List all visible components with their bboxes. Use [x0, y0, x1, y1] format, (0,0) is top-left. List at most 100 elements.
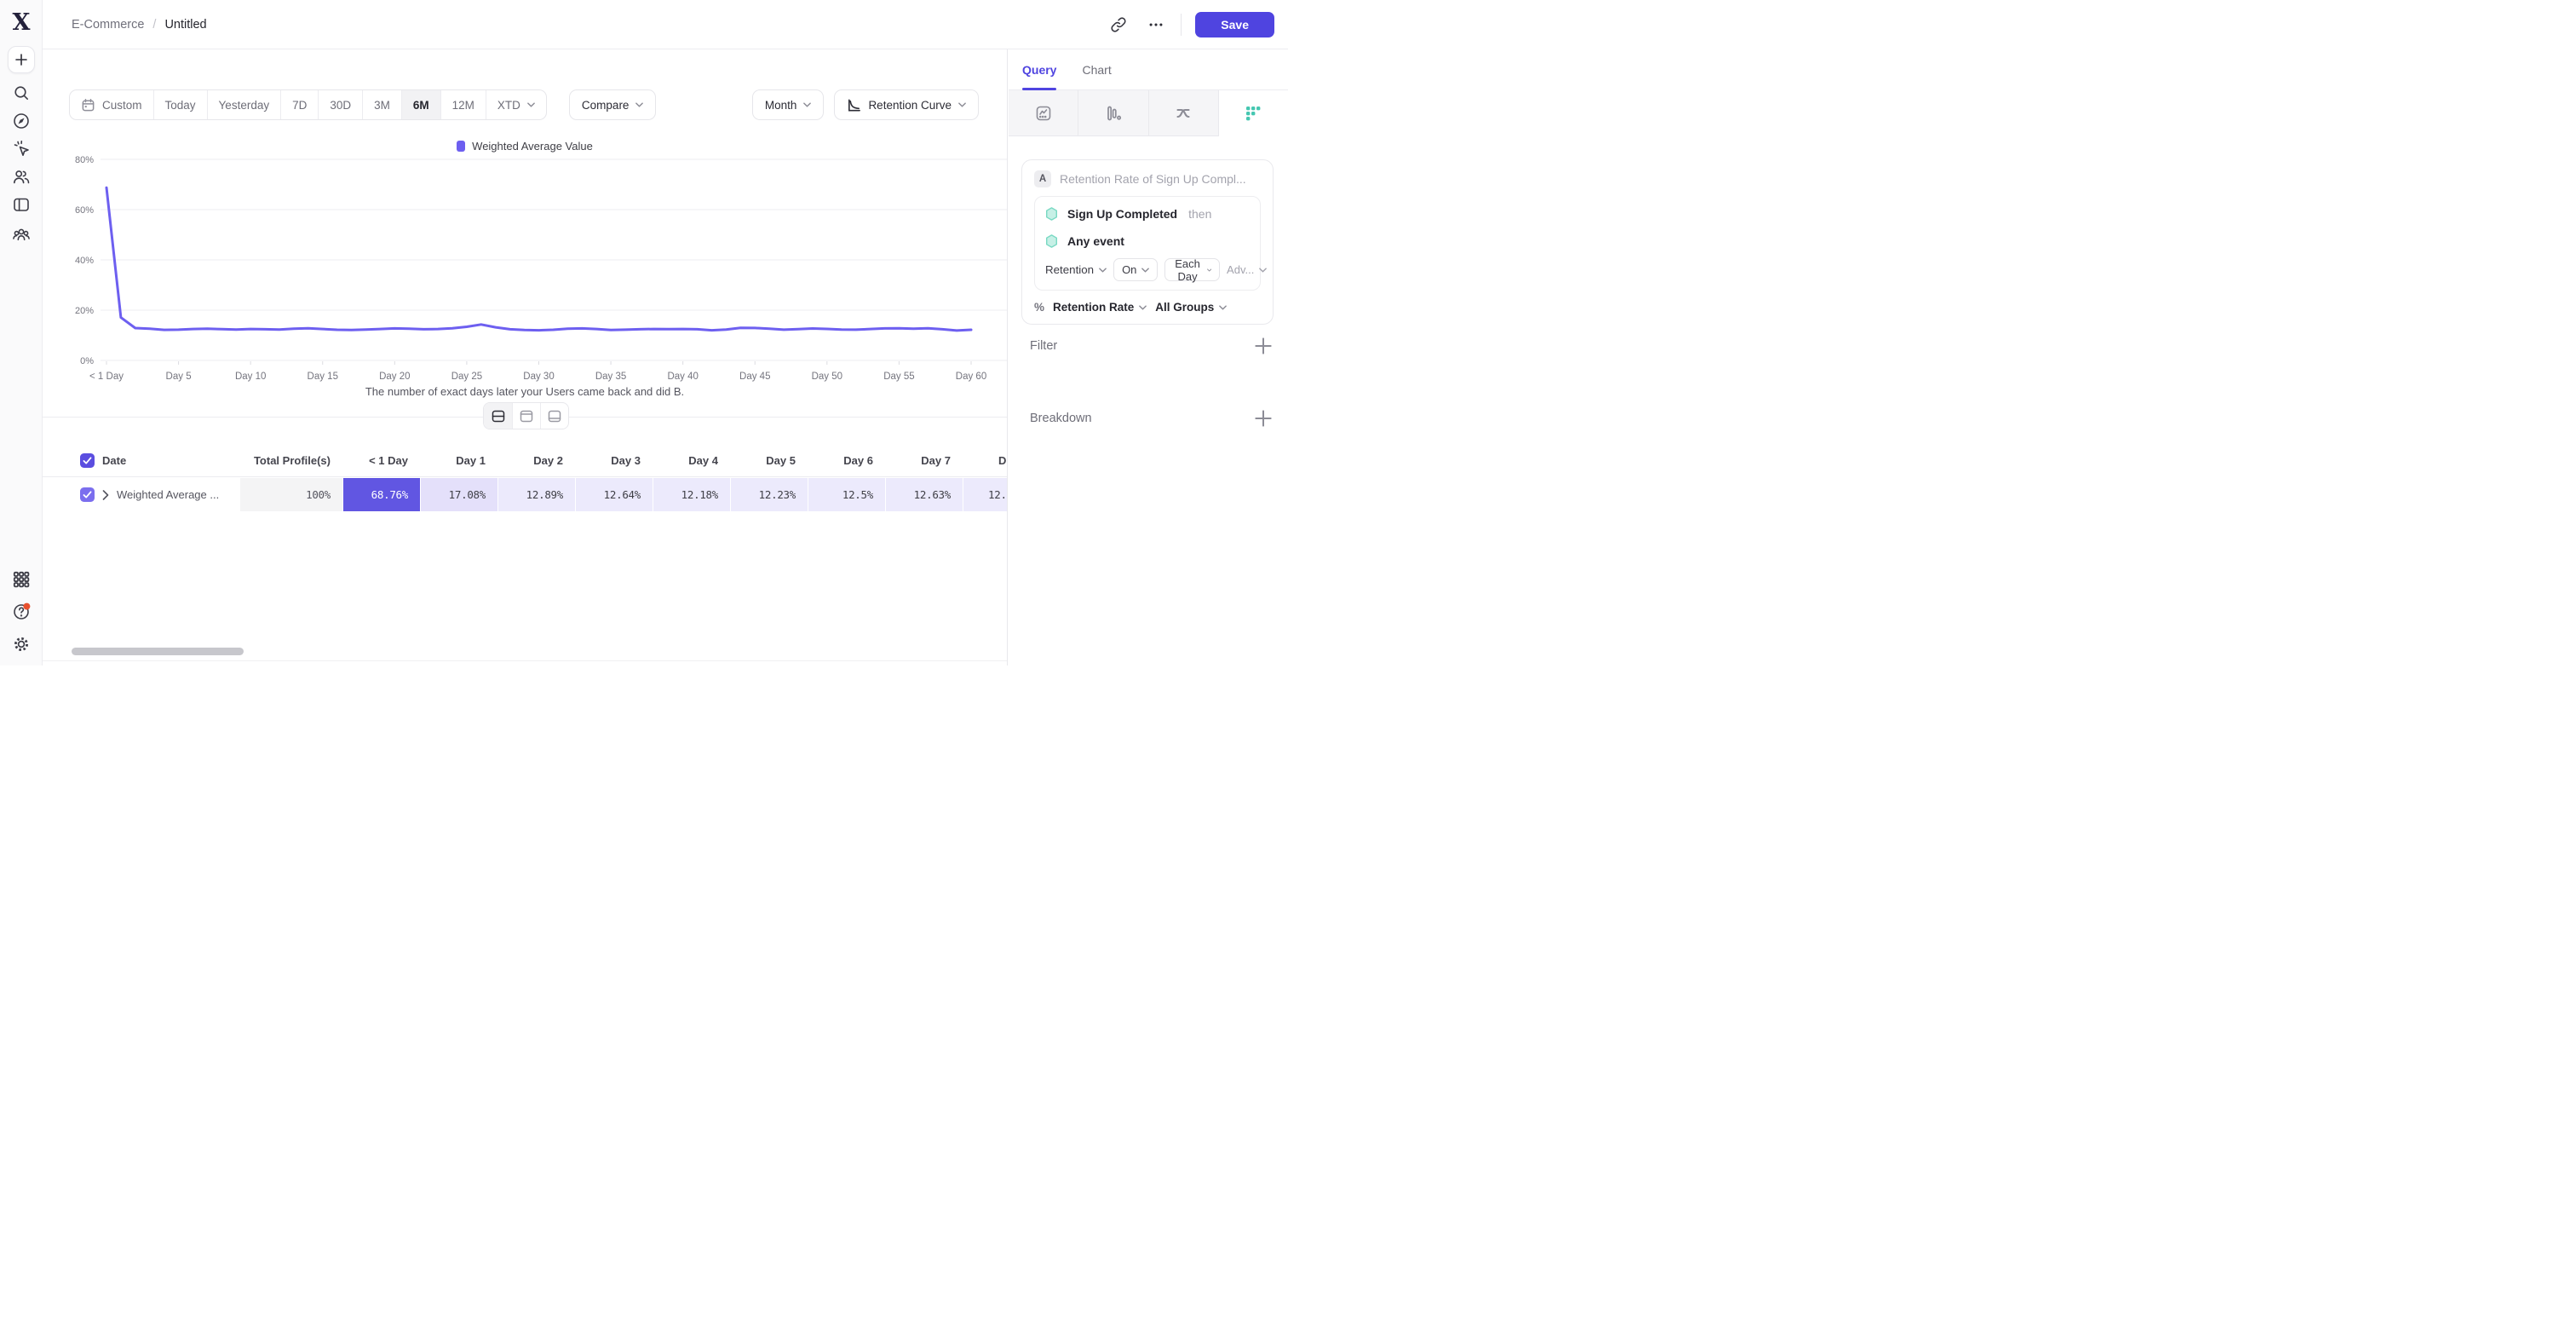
help-icon: [12, 602, 31, 621]
type-insights-button[interactable]: [1009, 90, 1078, 136]
layout-chart-button[interactable]: [512, 403, 540, 429]
range-xtd[interactable]: XTD: [486, 90, 546, 119]
cell-day6: 12.5%: [808, 478, 885, 511]
groups-dropdown[interactable]: All Groups: [1155, 301, 1227, 314]
type-retention-button[interactable]: [1219, 90, 1288, 136]
range-6m-selected[interactable]: 6M: [401, 90, 440, 119]
add-filter-button[interactable]: [1255, 337, 1272, 354]
save-button[interactable]: Save: [1195, 12, 1274, 37]
series-badge: A: [1034, 170, 1051, 187]
query-card: A Retention Rate of Sign Up Compl... Sig…: [1021, 159, 1274, 325]
sidebar-item-cohorts[interactable]: [0, 223, 43, 245]
metric-dropdown[interactable]: Retention Rate: [1053, 301, 1147, 314]
cell-day2: 12.89%: [497, 478, 575, 511]
percent-symbol: %: [1034, 301, 1044, 314]
range-3m[interactable]: 3M: [362, 90, 401, 119]
interval-dropdown[interactable]: Each Day: [1164, 258, 1220, 281]
compare-button[interactable]: Compare: [569, 89, 657, 120]
chart-view-dropdown[interactable]: Retention Curve: [834, 89, 979, 120]
sidebar-item-boards[interactable]: [0, 193, 43, 216]
create-button[interactable]: [8, 46, 35, 73]
step-return-event[interactable]: Any event: [1045, 228, 1250, 255]
column-day5[interactable]: Day 5: [730, 445, 808, 476]
tab-chart[interactable]: Chart: [1082, 49, 1111, 89]
add-breakdown-button[interactable]: [1255, 410, 1272, 427]
more-options-button[interactable]: [1143, 12, 1169, 37]
header-date-cell: Date: [43, 453, 239, 468]
date-range-control: Custom Today Yesterday 7D 30D 3M 6M 12M …: [69, 89, 547, 120]
check-icon: [83, 491, 92, 498]
breakdown-section: Breakdown: [1030, 407, 1272, 429]
granularity-dropdown[interactable]: Month: [752, 89, 825, 120]
mixpanel-logo-icon[interactable]: X: [9, 10, 33, 34]
on-dropdown[interactable]: On: [1113, 258, 1158, 281]
column-day8-clipped[interactable]: D: [963, 445, 1008, 476]
layout-split-icon: [492, 410, 505, 423]
table-row[interactable]: Weighted Average ... 100% 68.76% 17.08% …: [43, 478, 1008, 511]
retention-line-chart[interactable]: 0%20%40%60%80%< 1 DayDay 5Day 10Day 15Da…: [43, 155, 1008, 387]
svg-text:X: X: [13, 10, 31, 34]
measurement-row: % Retention Rate All Groups: [1034, 301, 1261, 314]
sidebar-item-help[interactable]: [0, 601, 43, 623]
svg-text:Day 15: Day 15: [308, 372, 338, 382]
metric-label: Retention Rate: [1053, 301, 1134, 314]
expand-chevron-icon[interactable]: [102, 490, 109, 500]
column-day4[interactable]: Day 4: [653, 445, 730, 476]
retention-type-dropdown[interactable]: Retention: [1045, 263, 1107, 276]
sidebar-item-users[interactable]: [0, 165, 43, 187]
range-custom[interactable]: Custom: [70, 90, 153, 119]
cell-total: 100%: [239, 478, 342, 511]
svg-text:60%: 60%: [75, 205, 94, 216]
type-funnels-button[interactable]: [1078, 90, 1148, 136]
sidebar-item-settings[interactable]: [0, 633, 43, 655]
copy-link-button[interactable]: [1106, 12, 1131, 37]
breadcrumb-report-title[interactable]: Untitled: [164, 18, 206, 32]
sidebar-item-search[interactable]: [0, 82, 43, 104]
range-30d[interactable]: 30D: [318, 90, 362, 119]
horizontal-scrollbar-thumb[interactable]: [72, 648, 244, 655]
svg-text:Day 45: Day 45: [739, 372, 770, 382]
svg-text:Day 60: Day 60: [956, 372, 986, 382]
advanced-dropdown[interactable]: Adv...: [1227, 263, 1267, 276]
plus-icon: [14, 53, 28, 66]
column-day1[interactable]: Day 1: [420, 445, 497, 476]
range-today[interactable]: Today: [153, 90, 207, 119]
sidebar-item-discover[interactable]: [0, 110, 43, 132]
range-label: XTD: [497, 99, 520, 112]
sidebar-item-events[interactable]: [0, 137, 43, 159]
row-checkbox[interactable]: [80, 487, 95, 502]
layout-split-button[interactable]: [484, 403, 512, 429]
column-date[interactable]: Date: [102, 454, 126, 467]
sidebar-item-apps[interactable]: [0, 568, 43, 591]
select-all-checkbox[interactable]: [80, 453, 95, 468]
column-lt1day[interactable]: < 1 Day: [342, 445, 420, 476]
topbar-actions: Save: [1106, 12, 1274, 37]
step-first-event[interactable]: Sign Up Completed then: [1045, 200, 1250, 228]
column-total-profiles[interactable]: Total Profile(s): [239, 445, 342, 476]
range-yesterday[interactable]: Yesterday: [207, 90, 281, 119]
chevron-down-icon: [803, 102, 811, 107]
link-icon: [1110, 16, 1127, 33]
query-title[interactable]: Retention Rate of Sign Up Compl...: [1060, 172, 1246, 186]
type-flows-button[interactable]: [1149, 90, 1219, 136]
funnels-icon: [1105, 105, 1122, 122]
tab-query[interactable]: Query: [1022, 49, 1056, 89]
range-12m[interactable]: 12M: [440, 90, 486, 119]
range-7d[interactable]: 7D: [280, 90, 318, 119]
group-icon: [12, 225, 31, 244]
layout-table-button[interactable]: [540, 403, 568, 429]
breakdown-label: Breakdown: [1030, 412, 1092, 425]
column-day7[interactable]: Day 7: [885, 445, 963, 476]
row-date-cell: Weighted Average ...: [43, 478, 239, 511]
cell-lt1day: 68.76%: [342, 478, 420, 511]
column-day2[interactable]: Day 2: [497, 445, 575, 476]
svg-text:Day 25: Day 25: [451, 372, 482, 382]
column-day6[interactable]: Day 6: [808, 445, 885, 476]
flows-icon: [1175, 105, 1192, 122]
breadcrumb-project[interactable]: E-Commerce: [72, 18, 144, 32]
column-day3[interactable]: Day 3: [575, 445, 653, 476]
on-label: On: [1122, 263, 1136, 276]
cell-day8-clipped: 12.: [963, 478, 1008, 511]
cell-day7: 12.63%: [885, 478, 963, 511]
chevron-down-icon: [527, 102, 535, 107]
